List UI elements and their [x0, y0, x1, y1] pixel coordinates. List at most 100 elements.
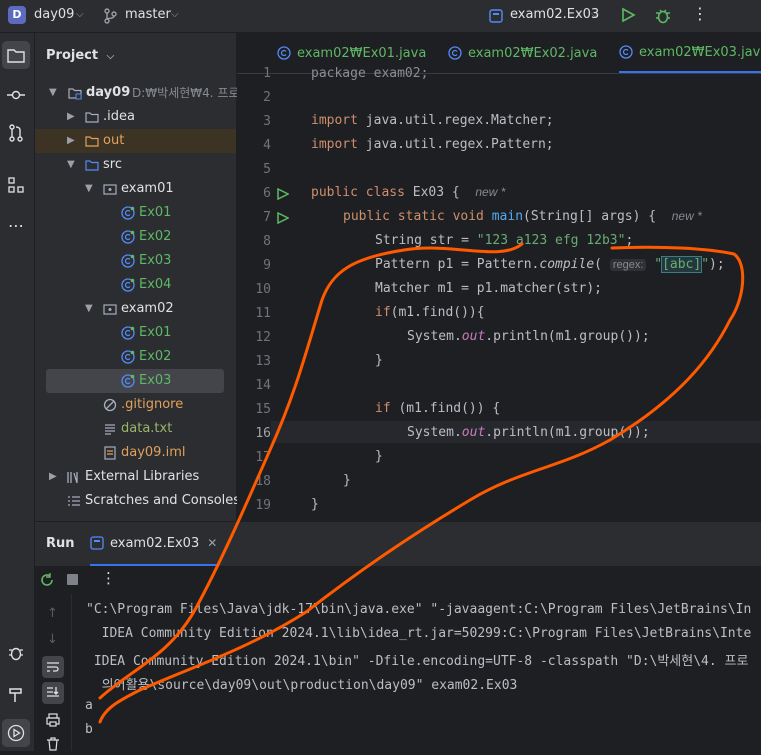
tree-root[interactable]: ▼ day09 D:₩박세현₩4. 프로: [35, 81, 240, 105]
tree-item-label: exam02: [121, 301, 174, 316]
console-line: b: [85, 722, 93, 737]
line-number: 4: [263, 138, 271, 153]
chevron-down-icon[interactable]: ⌵: [171, 9, 179, 20]
java-class-icon: [121, 278, 135, 292]
java-class-icon: [121, 206, 135, 220]
tree-item-label: src: [103, 157, 122, 172]
chevron-down-icon[interactable]: ⌵: [107, 51, 115, 62]
code-line-17: }: [375, 449, 383, 464]
tree-item-label: Ex02: [139, 229, 172, 244]
tree-item-src[interactable]: ▼ src: [35, 153, 236, 177]
scratches-icon: [68, 496, 80, 506]
code-line-3: import java.util.regex.Matcher;: [311, 113, 554, 128]
code-line-11: if(m1.find()){: [375, 305, 485, 320]
tree-item-scratches-and-consoles[interactable]: Scratches and Consoles: [35, 489, 240, 513]
root-path: D:₩박세현₩4. 프로: [132, 86, 240, 100]
run-icon[interactable]: [2, 719, 30, 747]
left-tool-strip: ⋯: [0, 33, 35, 751]
tree-item-day09-iml[interactable]: day09.iml: [35, 441, 236, 465]
bug-icon[interactable]: [654, 7, 672, 29]
pull-request-icon[interactable]: [2, 119, 30, 147]
tree-item-ex04[interactable]: Ex04: [35, 273, 236, 297]
tree-item-ex02[interactable]: Ex02: [35, 225, 236, 249]
project-badge[interactable]: D: [8, 6, 26, 24]
run-config-name[interactable]: exam02.Ex03: [510, 7, 599, 22]
tree-item-out[interactable]: ▶ out: [35, 129, 236, 153]
line-number: 3: [263, 114, 271, 129]
scroll-to-end-icon[interactable]: [42, 682, 64, 704]
tab-exam02-ex03[interactable]: exam02₩Ex03.java: [619, 33, 761, 73]
library-icon: [67, 472, 78, 484]
chevron-down-icon[interactable]: ⌵: [76, 9, 84, 20]
tree-item-gitignore[interactable]: .gitignore: [35, 393, 236, 417]
branch-name[interactable]: master: [125, 7, 171, 22]
run-gutter-icon[interactable]: [277, 209, 290, 228]
chevron-right-icon[interactable]: ▶: [49, 465, 57, 489]
soft-wrap-icon[interactable]: [42, 656, 64, 678]
run-gutter-icon[interactable]: [277, 185, 290, 204]
run-toolbar: ⋮: [35, 566, 761, 594]
tree-item-external-libraries[interactable]: ▶ External Libraries: [35, 465, 236, 489]
iml-file-icon: [104, 446, 116, 460]
chevron-down-icon[interactable]: ▼: [49, 81, 57, 105]
code-line-18: }: [343, 473, 351, 488]
kebab-icon[interactable]: ⋮: [692, 4, 708, 23]
project-panel-title[interactable]: Project ⌵: [46, 48, 114, 63]
line-number: 5: [263, 162, 271, 177]
chevron-down-icon[interactable]: ⌵: [591, 9, 599, 20]
code-line-4: import java.util.regex.Pattern;: [311, 137, 554, 152]
code-line-6: public class Ex03 { new *: [311, 185, 506, 200]
tree-item-data-txt[interactable]: data.txt: [35, 417, 236, 441]
chevron-right-icon[interactable]: ▶: [67, 105, 75, 129]
commit-icon[interactable]: [2, 81, 30, 109]
code-line-19: }: [311, 497, 319, 512]
project-name[interactable]: day09: [34, 7, 74, 22]
tree-item-label: Scratches and Consoles: [85, 493, 241, 508]
arrow-up-icon[interactable]: ↑: [47, 606, 58, 621]
console-line: IDEA Community Edition 2024.1\lib\idea_r…: [86, 626, 752, 641]
chevron-down-icon[interactable]: ▼: [85, 297, 93, 321]
more-icon[interactable]: ⋯: [2, 211, 30, 239]
chevron-down-icon[interactable]: ▼: [85, 177, 93, 201]
trash-icon[interactable]: [46, 736, 60, 755]
tab-exam02-ex02[interactable]: exam02₩Ex02.java: [448, 33, 597, 73]
tree-item-ex01[interactable]: Ex01: [35, 201, 236, 225]
tree-item-ex02[interactable]: Ex02: [35, 345, 236, 369]
console-line: IDEA Community Edition 2024.1\bin" -Dfil…: [86, 654, 749, 669]
close-icon[interactable]: ✕: [207, 536, 217, 550]
tree-item-label: .idea: [103, 109, 135, 124]
stop-icon[interactable]: [67, 574, 78, 585]
tree-item-ex03[interactable]: Ex03: [46, 369, 224, 393]
code-line-8: String str = "123 a123 efg 12b3";: [375, 233, 634, 248]
java-class-icon: [121, 350, 135, 364]
chevron-right-icon[interactable]: ▶: [67, 129, 75, 153]
module-folder-icon: [68, 88, 82, 100]
folder-icon[interactable]: [2, 41, 30, 69]
line-number: 16: [255, 426, 271, 441]
chevron-down-icon[interactable]: ▼: [67, 153, 75, 177]
play-icon[interactable]: [620, 7, 636, 27]
run-tab[interactable]: exam02.Ex03 ✕: [90, 522, 218, 566]
line-number: 7: [263, 210, 271, 225]
tree-item-ex03[interactable]: Ex03: [35, 249, 236, 273]
print-icon[interactable]: [46, 712, 60, 731]
kebab-icon[interactable]: ⋮: [101, 569, 116, 587]
run-config-icon: [90, 536, 104, 550]
code-line-13: }: [375, 353, 383, 368]
code-line-9: Pattern p1 = Pattern.compile( regex: "[a…: [375, 256, 725, 273]
arrow-down-icon[interactable]: ↓: [47, 632, 58, 647]
tree-item-idea[interactable]: ▶ .idea: [35, 105, 236, 129]
hammer-icon[interactable]: [2, 681, 30, 709]
structure-icon[interactable]: [2, 171, 30, 199]
tree-item-exam01[interactable]: ▼ exam01: [35, 177, 236, 201]
line-number: 10: [255, 282, 271, 297]
line-number: 6: [263, 186, 271, 201]
package-icon: [103, 184, 117, 195]
java-class-icon: [448, 46, 462, 60]
tree-item-ex01[interactable]: Ex01: [35, 321, 236, 345]
bug-icon[interactable]: [2, 639, 30, 667]
code-line-16: System.out.println(m1.group());: [407, 425, 650, 440]
line-number: 9: [263, 258, 271, 273]
rerun-icon[interactable]: [39, 572, 55, 592]
tree-item-exam02[interactable]: ▼ exam02: [35, 297, 236, 321]
